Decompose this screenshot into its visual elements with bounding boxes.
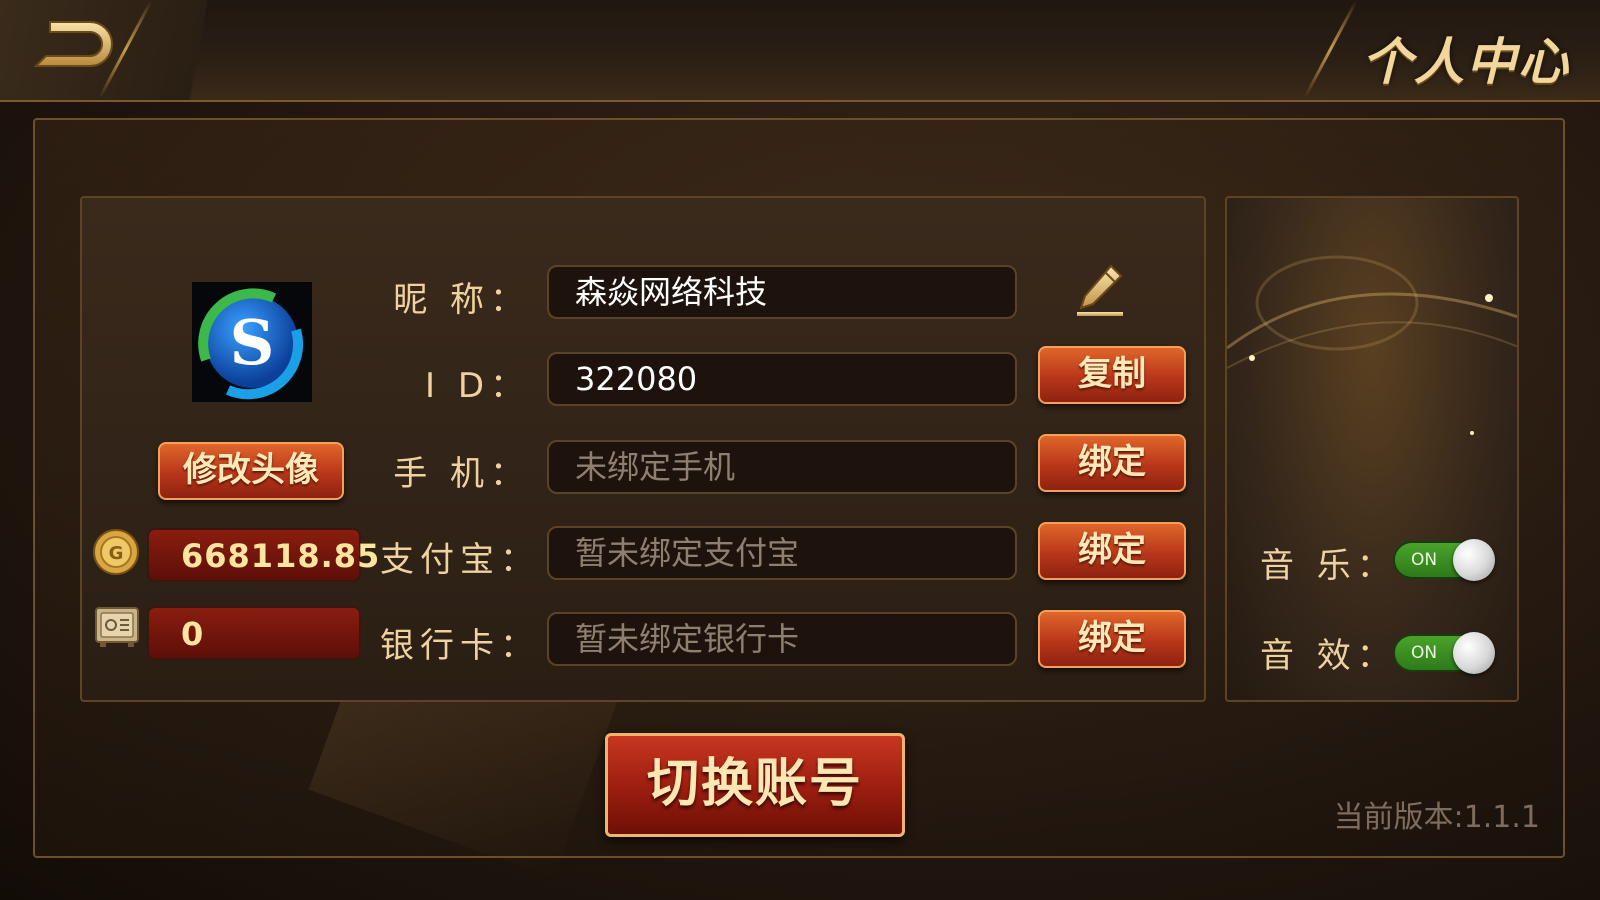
version-text: 当前版本:1.1.1 [1333, 800, 1540, 835]
bind-alipay-button[interactable]: 绑定 [1038, 522, 1186, 580]
music-label: 音 乐： [1260, 546, 1397, 586]
back-arrow-icon [33, 21, 113, 67]
sound-effect-label: 音 效： [1260, 636, 1397, 676]
copy-id-button[interactable]: 复制 [1038, 346, 1186, 404]
edit-pencil-icon[interactable] [1075, 262, 1125, 318]
avatar: S [192, 282, 312, 402]
music-toggle[interactable]: ON [1393, 539, 1495, 581]
page-title: 个人中心 [1362, 32, 1570, 91]
alipay-field[interactable]: 暂未绑定支付宝 [547, 526, 1017, 580]
sound-effect-toggle[interactable]: ON [1393, 632, 1495, 674]
safe-icon [95, 607, 139, 647]
coin-balance: 668118.85 [147, 528, 379, 582]
svg-text:S: S [230, 306, 275, 379]
bank-balance: 0 [147, 606, 361, 660]
svg-text:G: G [109, 543, 124, 564]
id-field[interactable]: 322080 [547, 352, 1017, 406]
nickname-label: 昵 称： [393, 280, 530, 320]
alipay-label: 支付宝： [380, 540, 540, 580]
top-bar: 个人中心 [0, 0, 1600, 102]
bind-phone-button[interactable]: 绑定 [1038, 434, 1186, 492]
nickname-field[interactable]: 森焱网络科技 [547, 265, 1017, 319]
phone-field[interactable]: 未绑定手机 [547, 440, 1017, 494]
avatar-logo-s-icon: S [198, 288, 303, 400]
phone-label: 手 机： [393, 454, 530, 494]
bankcard-field[interactable]: 暂未绑定银行卡 [547, 612, 1017, 666]
bankcard-label: 银行卡： [380, 626, 540, 666]
music-toggle-state: ON [1411, 550, 1438, 570]
switch-account-button[interactable]: 切换账号 [605, 733, 905, 837]
bind-bankcard-button[interactable]: 绑定 [1038, 610, 1186, 668]
music-toggle-knob [1453, 539, 1495, 581]
top-bar-divider-right [1303, 0, 1358, 99]
vip-emblem-decoration [1227, 255, 1517, 435]
back-button[interactable] [28, 14, 118, 76]
coin-icon: G [93, 529, 139, 575]
change-avatar-button[interactable]: 修改头像 [158, 442, 344, 500]
sound-effect-toggle-state: ON [1411, 643, 1438, 663]
id-label: I D： [424, 366, 530, 406]
sound-effect-toggle-knob [1453, 632, 1495, 674]
settings-panel [1225, 196, 1519, 702]
